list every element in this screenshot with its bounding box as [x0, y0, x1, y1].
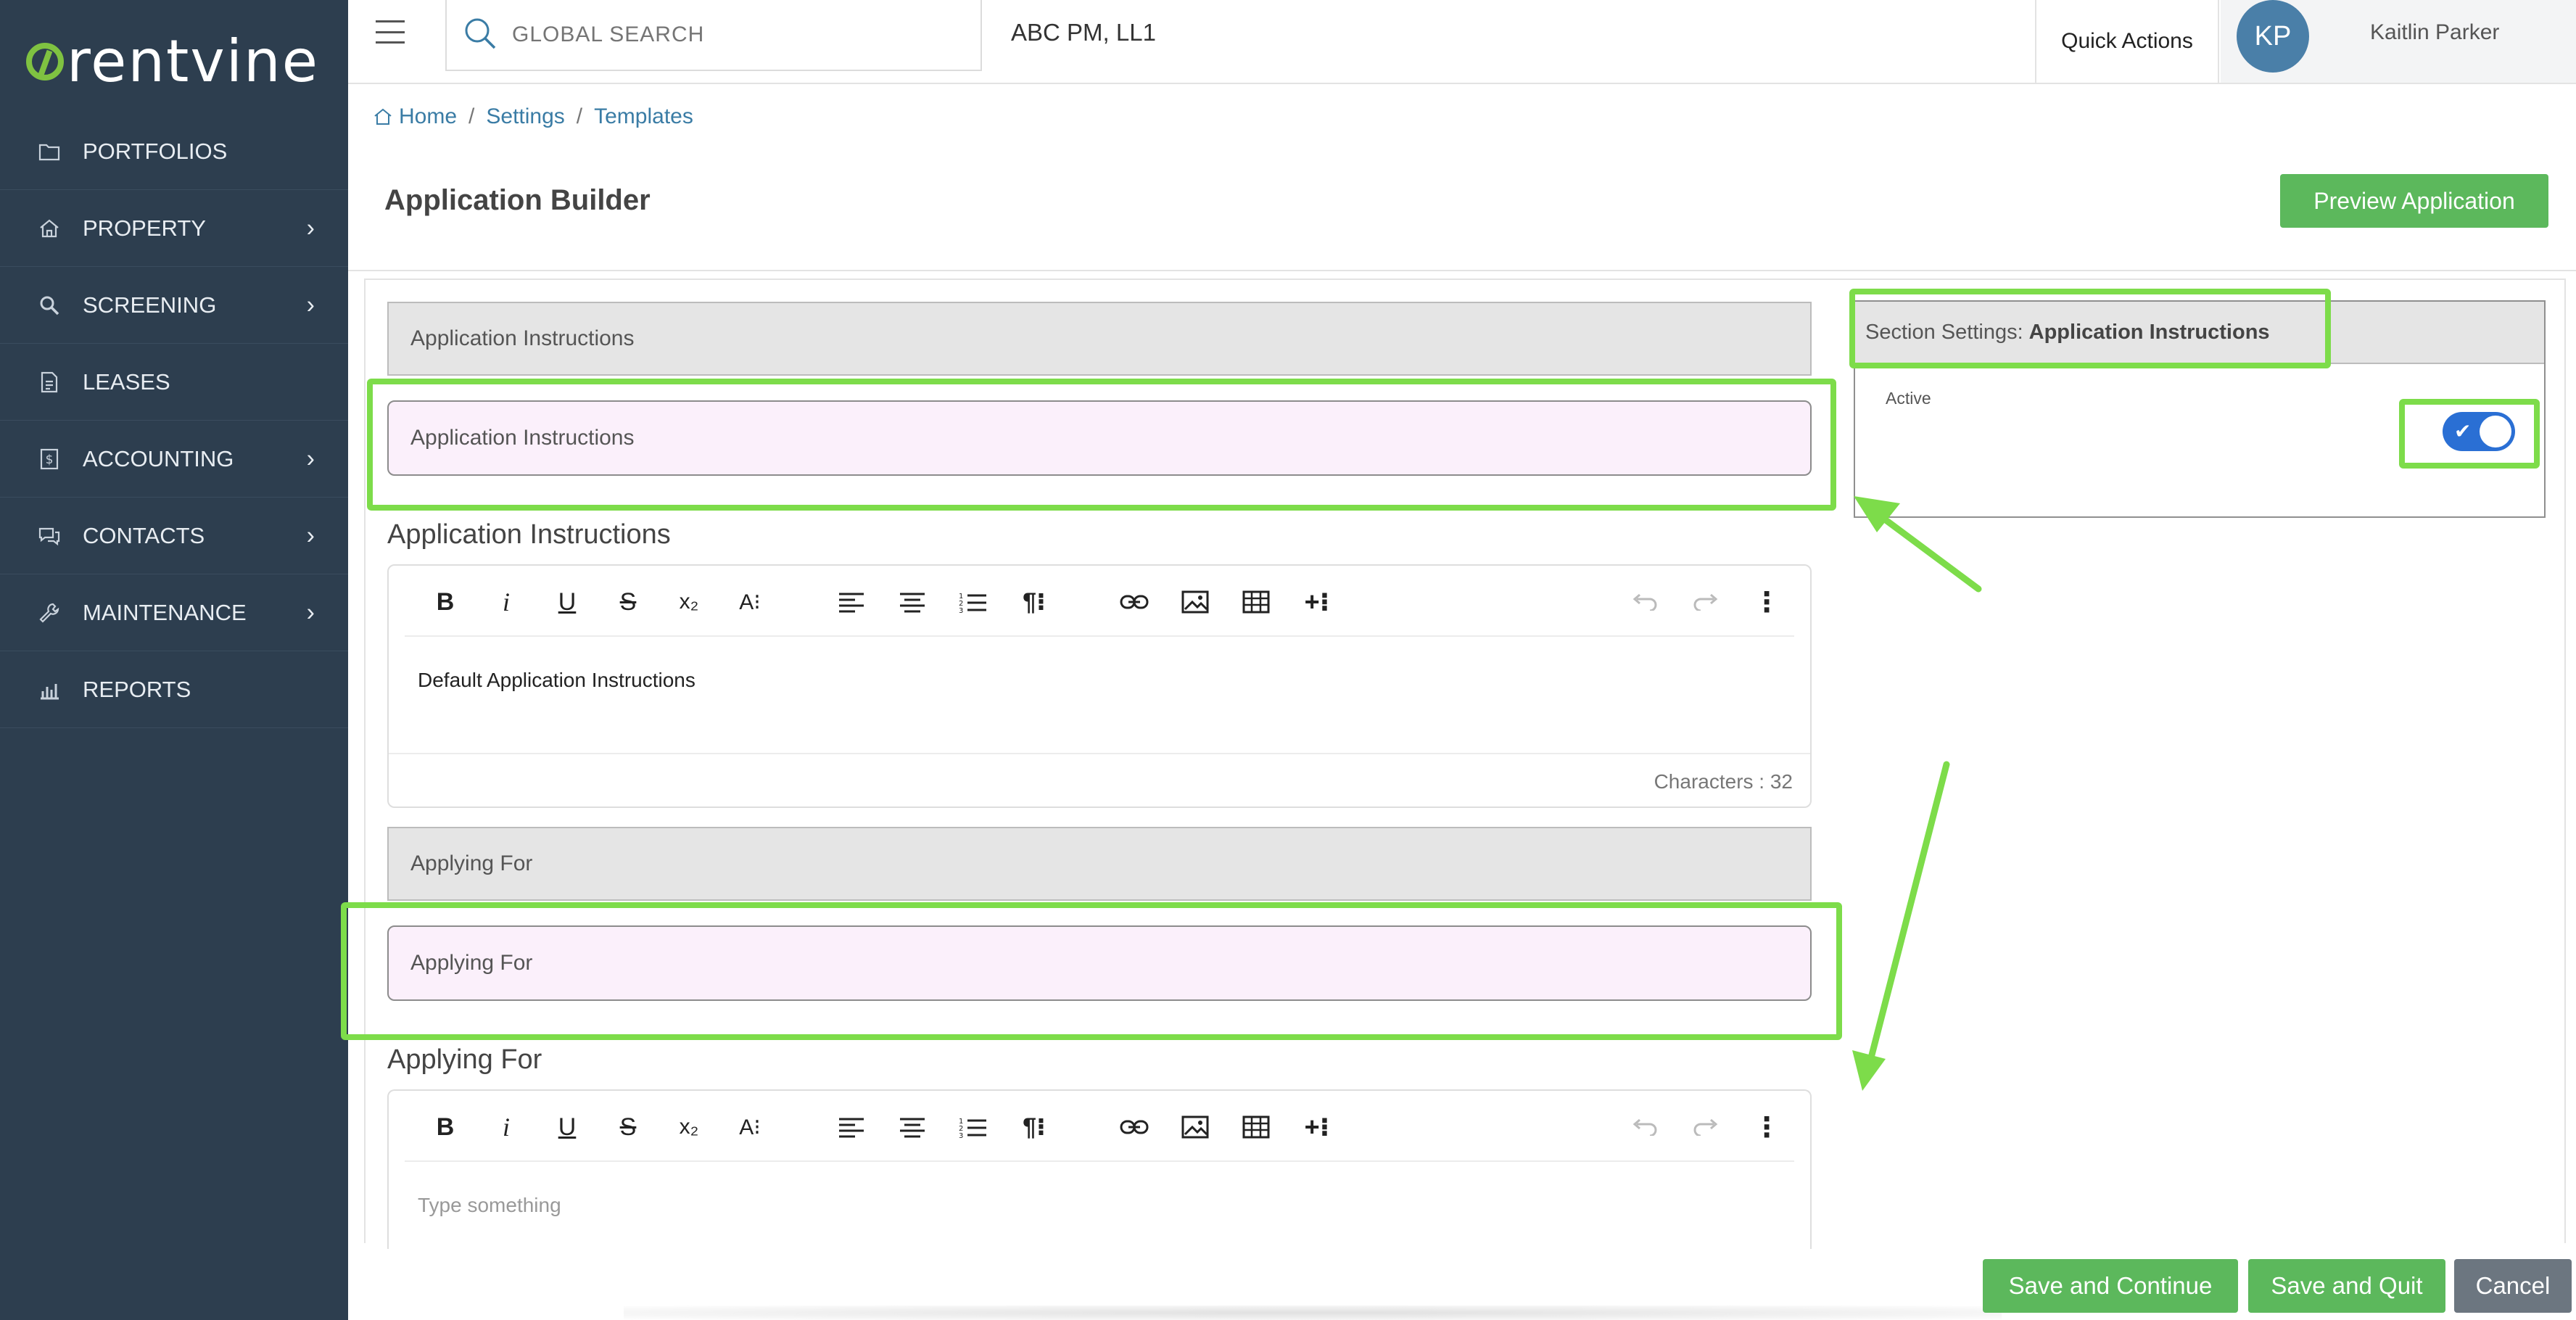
arrow-icon	[1852, 761, 1950, 1091]
arrow-icon	[1854, 496, 1982, 593]
save-and-continue-button[interactable]: Save and Continue	[1983, 1259, 2238, 1313]
cancel-button[interactable]: Cancel	[2454, 1259, 2572, 1313]
annotation-arrows	[1852, 496, 1982, 1091]
save-and-quit-button[interactable]: Save and Quit	[2248, 1259, 2445, 1313]
footer-shadow	[624, 1305, 2002, 1320]
